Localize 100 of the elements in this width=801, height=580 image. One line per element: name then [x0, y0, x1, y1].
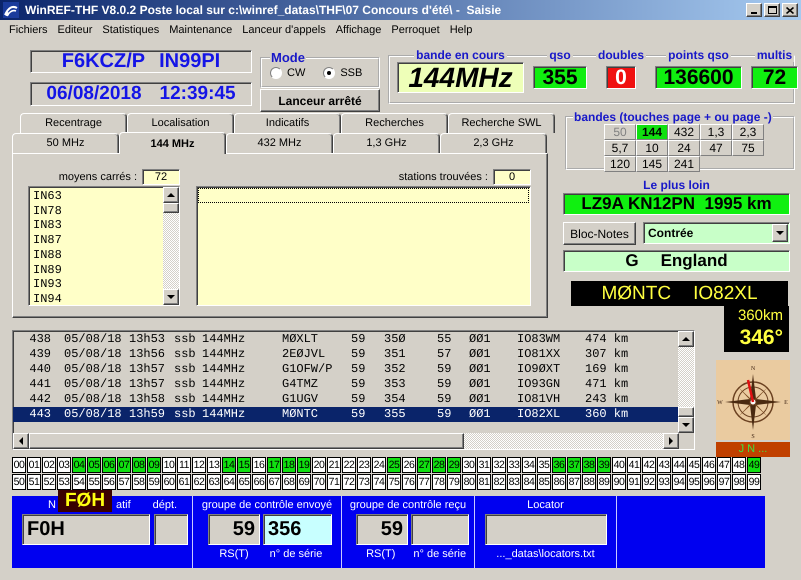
- menu-item[interactable]: Fichiers: [4, 23, 53, 37]
- band-button[interactable]: 120: [604, 156, 636, 172]
- tab[interactable]: Recentrage: [20, 113, 127, 133]
- band-button[interactable]: 10: [636, 140, 668, 156]
- square-cell: 06: [102, 457, 116, 473]
- serial-field[interactable]: [411, 514, 469, 545]
- tab[interactable]: Indicatifs: [234, 113, 341, 133]
- square-cell: 31: [477, 457, 491, 473]
- band-button[interactable]: 1,3: [700, 124, 732, 140]
- field-label: dépt.: [152, 498, 178, 512]
- log-row[interactable]: 443 05/08/18 13h59 ssb 144MHz MØNTC 59 355 59 ØØ1 IO82XL 360 km: [13, 407, 678, 422]
- scroll-thumb[interactable]: [163, 203, 179, 213]
- list-item[interactable]: IN63: [33, 189, 159, 204]
- log-cell-text: ssb: [174, 332, 197, 347]
- log-row[interactable]: 441 05/08/18 13h57 ssb 144MHz G4TMZ 59 353 59 ØØ1 IO93GN 471 km: [13, 377, 678, 392]
- scroll-thumb[interactable]: [29, 433, 464, 449]
- square-cell: 07: [117, 457, 131, 473]
- serial-field[interactable]: 356: [263, 514, 332, 545]
- list-item[interactable]: IN83: [33, 218, 159, 234]
- list-item[interactable]: IN87: [33, 233, 159, 248]
- filter-dropdown[interactable]: Contrée: [643, 222, 790, 244]
- list-item[interactable]: IN94: [33, 292, 159, 307]
- scroll-down-button[interactable]: [678, 417, 694, 433]
- time-text: 12:39:45: [160, 83, 236, 105]
- list-item[interactable]: IN78: [33, 204, 159, 218]
- square-cell: 89: [597, 474, 611, 490]
- band-button[interactable]: 145: [636, 156, 668, 172]
- count-field: 72: [142, 169, 180, 185]
- log-cell-text: 442: [28, 392, 52, 407]
- square-cell: 63: [207, 474, 221, 490]
- locator-field[interactable]: [484, 514, 606, 545]
- list-item[interactable]: IN88: [33, 248, 159, 263]
- tab[interactable]: 50 MHz: [12, 133, 119, 153]
- log-row[interactable]: 442 05/08/18 13h58 ssb 144MHz G1UGV 59 354 59 ØØ1 IO81VH 243 km: [13, 392, 678, 407]
- square-cell: 22: [342, 457, 356, 473]
- list-item[interactable]: IN93: [33, 277, 159, 292]
- tab[interactable]: 144 MHz: [119, 132, 226, 154]
- minimize-button[interactable]: [746, 3, 762, 17]
- band-button[interactable]: 241: [668, 156, 700, 172]
- square-cell: 36: [552, 457, 566, 473]
- scroll-down-button[interactable]: [163, 289, 179, 305]
- scroll-left-button[interactable]: [13, 433, 29, 449]
- menu-item[interactable]: Statistiques: [97, 23, 164, 37]
- radio-button[interactable]: [270, 66, 282, 78]
- tab[interactable]: Recherches: [341, 113, 448, 133]
- menu-item[interactable]: Affichage: [330, 23, 386, 37]
- close-button[interactable]: [782, 3, 798, 17]
- square-cell: 77: [417, 474, 431, 490]
- log-row[interactable]: 438 05/08/18 13h53 ssb 144MHz MØXLT 59 35Ø 55 ØØ1 IO83WM 474 km: [13, 332, 678, 347]
- log-row[interactable]: 439 05/08/18 13h56 ssb 144MHz 2EØJVL 59 351 57 ØØ1 IO81XX 307 km: [13, 347, 678, 362]
- department-field[interactable]: [154, 514, 188, 545]
- square-cell: 70: [312, 474, 326, 490]
- square-cell: 76: [402, 474, 416, 490]
- square-cell: 37: [567, 457, 581, 473]
- list-item[interactable]: IN89: [33, 262, 159, 278]
- scroll-thumb[interactable]: [678, 407, 694, 417]
- tab[interactable]: Localisation: [127, 113, 234, 133]
- scroll-up-button[interactable]: [163, 187, 179, 203]
- tab[interactable]: 1,3 GHz: [333, 133, 440, 153]
- rst-field[interactable]: 59: [356, 514, 408, 545]
- log-cell-text: 13h57: [129, 362, 166, 377]
- tab[interactable]: 2,3 GHz: [440, 133, 547, 153]
- log-cell-text: 351: [384, 347, 407, 362]
- file-path: ..._datas\locators.txt: [496, 547, 595, 561]
- launcher-button[interactable]: Lanceur arrêté: [260, 89, 380, 112]
- square-cell: 86: [552, 474, 566, 490]
- menu-item[interactable]: Help: [444, 23, 478, 37]
- rst-field[interactable]: 59: [208, 514, 260, 545]
- notes-button[interactable]: Bloc-Notes: [563, 222, 636, 245]
- dropdown-value: Contrée: [648, 226, 694, 240]
- scroll-up-button[interactable]: [678, 331, 694, 347]
- dropdown-arrow-button[interactable]: [772, 224, 788, 242]
- tab[interactable]: 432 MHz: [226, 133, 333, 153]
- field-label: n° de série: [268, 547, 324, 561]
- stat-label: doubles: [596, 48, 646, 62]
- band-button[interactable]: 432: [668, 124, 700, 140]
- log-row[interactable]: 440 05/08/18 13h57 ssb 144MHz G1OFW/P 59 352 59 ØØ1 IO9ØXT 169 km: [13, 362, 678, 377]
- band-button[interactable]: 2,3: [732, 124, 764, 140]
- scroll-right-button[interactable]: [663, 433, 679, 449]
- log-cell-text: 05/08/18: [64, 332, 123, 347]
- menu-item[interactable]: Editeur: [52, 23, 98, 37]
- maximize-button[interactable]: [764, 3, 780, 17]
- band-button[interactable]: 24: [668, 140, 700, 156]
- log-cell-text: 59: [351, 362, 366, 377]
- callsign-field[interactable]: F0H: [22, 514, 150, 545]
- square-cell: 40: [612, 457, 626, 473]
- band-button[interactable]: 75: [732, 140, 764, 156]
- band-button[interactable]: 144: [636, 124, 668, 140]
- log-cell-text: 243 km: [585, 392, 630, 407]
- square-cell: 29: [447, 457, 461, 473]
- radio-button[interactable]: [323, 66, 336, 78]
- band-button[interactable]: 47: [700, 140, 732, 156]
- band-button[interactable]: 5,7: [604, 140, 636, 156]
- menu-item[interactable]: Perroquet: [386, 23, 445, 37]
- menu-item[interactable]: Lanceur d'appels: [237, 23, 331, 37]
- tab[interactable]: Recherche SWL: [448, 113, 555, 133]
- log-cell-text: 59: [351, 332, 366, 347]
- log-cell-text: 354: [384, 392, 407, 407]
- menu-item[interactable]: Maintenance: [164, 23, 238, 37]
- square-cell: 02: [42, 457, 56, 473]
